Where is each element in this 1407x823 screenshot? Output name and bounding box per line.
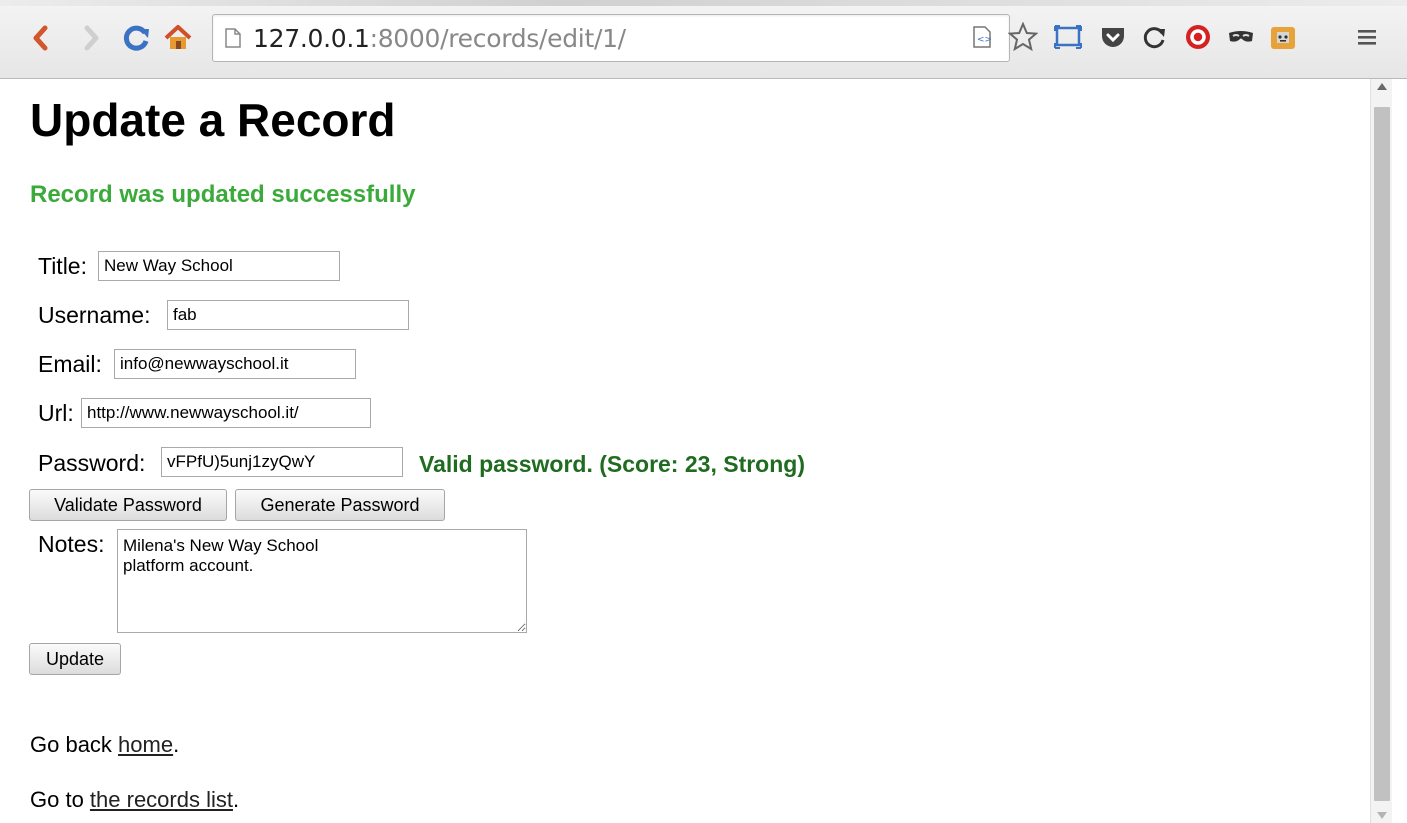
url-path: :8000/records/edit/1/: [369, 24, 627, 53]
password-status: Valid password. (Score: 23, Strong): [419, 451, 805, 477]
success-message: Record was updated successfully: [30, 181, 416, 208]
home-suffix: .: [173, 732, 180, 757]
title-input[interactable]: [98, 251, 340, 281]
svg-text:<>: <>: [977, 35, 991, 45]
address-bar[interactable]: 127.0.0.1:8000/records/edit/1/ <>: [212, 14, 1010, 62]
home-link[interactable]: home: [118, 732, 173, 757]
list-prefix: Go to: [30, 787, 90, 812]
password-label: Password:: [38, 450, 146, 476]
email-label: Email:: [38, 351, 102, 377]
username-label: Username:: [38, 302, 151, 328]
puzzle-extension-icon[interactable]: [1269, 23, 1297, 51]
home-prefix: Go back: [30, 732, 119, 757]
records-list-link[interactable]: the records list: [90, 787, 233, 812]
screen-icon[interactable]: [1054, 23, 1082, 51]
home-icon[interactable]: [163, 20, 193, 56]
page-content: Update a Record Record was updated succe…: [0, 79, 1370, 823]
menu-icon[interactable]: [1353, 23, 1381, 51]
reader-icon[interactable]: <>: [973, 26, 992, 53]
notes-textarea[interactable]: Milena's New Way School platform account…: [117, 529, 527, 633]
records-list-line: Go to the records list.: [30, 787, 239, 813]
stop-extension-icon[interactable]: [1184, 23, 1212, 51]
password-input[interactable]: [161, 447, 403, 477]
page-title: Update a Record: [30, 94, 396, 146]
url-label: Url:: [38, 400, 74, 426]
notes-label: Notes:: [38, 531, 105, 557]
validate-password-button[interactable]: Validate Password: [29, 489, 227, 521]
url-input[interactable]: [81, 398, 371, 428]
window-right-edge: [1392, 79, 1407, 823]
url-text: 127.0.0.1:8000/records/edit/1/: [253, 24, 626, 53]
scroll-down-arrow-icon[interactable]: [1377, 812, 1387, 819]
back-icon[interactable]: [26, 20, 56, 56]
username-input[interactable]: [167, 300, 409, 330]
window-top-edge: [0, 0, 1407, 6]
url-host: 127.0.0.1: [253, 24, 370, 53]
vertical-scrollbar[interactable]: [1370, 79, 1393, 823]
forward-icon[interactable]: [76, 20, 106, 56]
bookmark-star-icon[interactable]: [1006, 20, 1040, 54]
scroll-up-arrow-icon[interactable]: [1377, 83, 1387, 90]
browser-toolbar: 127.0.0.1:8000/records/edit/1/ <>: [0, 0, 1407, 79]
mask-extension-icon[interactable]: [1227, 23, 1255, 51]
refresh-extension-icon[interactable]: [1141, 23, 1169, 51]
email-input[interactable]: [114, 349, 356, 379]
home-line: Go back home.: [30, 732, 179, 758]
title-label: Title:: [38, 253, 87, 279]
pocket-icon[interactable]: [1099, 23, 1127, 51]
update-button[interactable]: Update: [29, 643, 121, 675]
scroll-thumb[interactable]: [1374, 107, 1390, 801]
generate-password-button[interactable]: Generate Password: [235, 489, 445, 521]
list-suffix: .: [232, 787, 240, 812]
reload-icon[interactable]: [122, 20, 152, 56]
page-icon: [225, 28, 241, 53]
